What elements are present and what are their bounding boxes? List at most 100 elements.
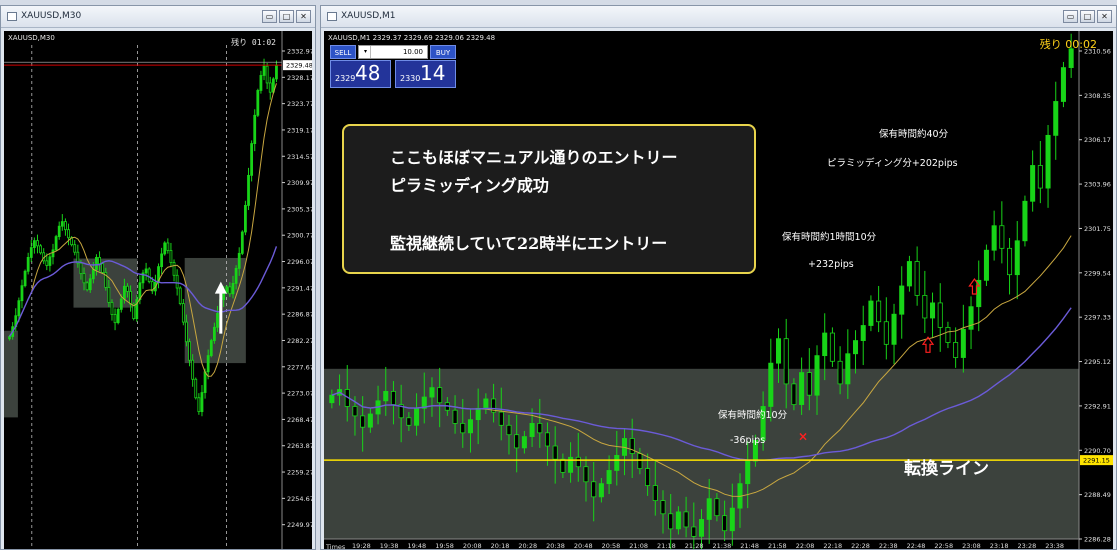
candle-body [868,300,874,326]
candle-body [172,262,176,276]
time-tick-label: 22:18 [823,542,842,549]
candle-body [237,252,241,269]
buy-price-button[interactable]: 2330 14 [395,60,456,88]
candle-body [329,394,335,404]
candle-body [48,256,52,266]
candle-body [722,515,728,532]
candle-body [683,511,689,528]
time-tick-label: 22:08 [796,542,815,549]
price-tick-label: 2300.77 [287,232,312,240]
candle-body [206,355,210,373]
price-tick-label: 2305.37 [287,205,312,213]
time-tick-label: 22:28 [851,542,870,549]
candle-body [483,398,489,409]
candle-body [268,82,272,93]
time-tick-label: 20:28 [518,542,537,549]
candle-body [645,468,651,486]
candle-body [212,326,216,341]
candle-body [714,498,720,517]
candle-body [188,341,191,361]
candle-body [250,143,254,176]
candle-body [119,298,123,310]
candle-body [799,372,805,405]
candle-body [73,244,77,253]
price-tick-label: 2245.37 [287,548,312,550]
right-chart-window[interactable]: XAUUSD,M1 ▭ □ ✕ × 2310.56 2308.35 2306.17 23… [320,5,1117,550]
candle-body [203,371,207,393]
buy-button[interactable]: BUY [430,45,456,59]
minimize-button[interactable]: ▭ [1063,10,1078,23]
maximize-button[interactable]: □ [1080,10,1095,23]
candle-body [906,261,912,287]
price-tick-label: 2292.91 [1084,402,1111,410]
candle-body [1014,240,1020,276]
candle-body [930,302,936,319]
candle-body [147,268,151,283]
candle-body [64,221,67,231]
candle-body [194,378,198,399]
candle-body [91,269,95,280]
sell-button[interactable]: SELL [330,45,356,59]
time-tick-label: 21:08 [629,542,648,549]
candle-body [475,407,481,421]
candle-body [583,466,589,483]
maximize-button[interactable]: □ [279,10,294,23]
left-symbol-label: XAUUSD,M30 [8,34,55,42]
candle-body [367,413,373,428]
left-chart-window[interactable]: XAUUSD,M30 ▭ □ ✕ 2332.97 2328.17 2323.77 23… [0,5,316,550]
price-tick-label: 2332.97 [287,48,312,56]
candle-body [960,328,966,358]
close-button[interactable]: ✕ [296,10,311,23]
candle-body [352,406,358,417]
annotation-line-1: ここもほぼマニュアル通りのエントリー [390,148,678,167]
left-titlebar[interactable]: XAUUSD,M30 ▭ □ ✕ [1,6,315,28]
time-tick-label: 19:28 [352,542,371,549]
time-tick-label: 19:58 [435,542,454,549]
candle-body [937,302,943,328]
minimize-button[interactable]: ▭ [262,10,277,23]
candle-body [234,267,238,284]
time-tick-label: 22:58 [934,542,953,549]
buy-price-large: 14 [420,61,446,85]
candle-body [460,423,466,434]
candle-body [768,362,774,407]
label-hold-1h10: 保有時間約1時間10分 [782,232,877,243]
candle-body [85,282,89,291]
label-hold-10: 保有時間約10分 [718,410,788,421]
candle-body [1030,165,1036,202]
candle-body [983,249,989,281]
candle-body [209,340,213,356]
sell-price-button[interactable]: 2329 48 [330,60,391,88]
candle-body [240,231,244,254]
candle-body [521,436,527,449]
sell-price-large: 48 [355,61,381,85]
candle-body [691,526,697,537]
price-tick-label: 2308.35 [1084,92,1111,100]
time-tick-label: 22:38 [879,542,898,549]
chevron-down-icon[interactable]: ▾ [361,46,371,58]
candle-body [814,355,820,396]
price-tick-label: 2297.33 [1084,314,1111,322]
candle-body [185,321,188,343]
candle-body [144,268,148,274]
right-titlebar[interactable]: XAUUSD,M1 ▭ □ ✕ [321,6,1116,28]
price-tick-label: 2323.77 [287,100,312,108]
candle-body [17,300,21,317]
candle-body [783,338,789,385]
right-chart-area[interactable]: × 2310.56 2308.35 2306.17 2303.96 2301.75 2299… [324,31,1113,549]
candle-body [225,286,229,293]
price-tick-label: 2296.07 [287,258,312,266]
candle-body [98,256,101,265]
label-hold-40: 保有時間約40分 [879,129,949,140]
left-chart-area[interactable]: 2332.97 2328.17 2323.77 2319.17 2314.57 2309.… [4,31,312,549]
candle-body [275,64,278,80]
price-tick-label: 2303.96 [1084,181,1111,189]
candle-body [57,225,61,237]
close-button[interactable]: ✕ [1097,10,1112,23]
left-window-title: XAUUSD,M30 [21,11,82,21]
candle-body [169,250,173,263]
candle-body [29,247,33,258]
lot-size-field[interactable]: ▾ 10.00 [358,45,428,59]
candle-body [110,302,114,315]
time-tick-label: 23:08 [962,542,981,549]
